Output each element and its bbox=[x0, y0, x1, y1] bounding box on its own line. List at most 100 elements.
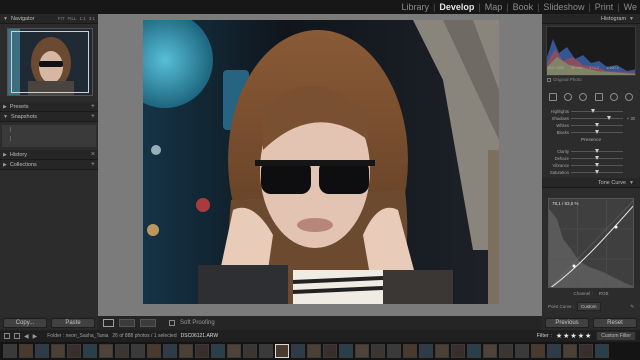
slider-row[interactable]: Blacks bbox=[545, 129, 637, 135]
filmstrip-thumbnail[interactable] bbox=[243, 344, 257, 358]
slider-track[interactable] bbox=[571, 155, 623, 160]
tone-curve-header[interactable]: Tone Curve ▼ bbox=[542, 178, 640, 188]
custom-filter-select[interactable]: Custom Filter bbox=[596, 331, 636, 341]
snapshots-header[interactable]: ▼ Snapshots + bbox=[0, 112, 98, 122]
filmstrip-thumbnail[interactable] bbox=[147, 344, 161, 358]
filmstrip-thumbnail[interactable] bbox=[163, 344, 177, 358]
tone-curve-graph[interactable]: 78,1 / 83,5 % bbox=[548, 198, 634, 288]
graduated-filter-icon[interactable] bbox=[594, 93, 603, 101]
filmstrip-thumbnail[interactable] bbox=[211, 344, 225, 358]
filmstrip-thumbnail[interactable] bbox=[387, 344, 401, 358]
slider-track[interactable] bbox=[571, 129, 623, 134]
filmstrip-thumbnail[interactable] bbox=[99, 344, 113, 358]
zoom-3-1[interactable]: 3:1 bbox=[89, 16, 95, 21]
module-slideshow[interactable]: Slideshow bbox=[540, 2, 587, 12]
filmstrip-thumbnail[interactable] bbox=[131, 344, 145, 358]
filmstrip-thumbnail[interactable] bbox=[195, 344, 209, 358]
rating-filter-stars[interactable]: ★★★★★ bbox=[556, 332, 592, 340]
filmstrip-thumbnail[interactable] bbox=[467, 344, 481, 358]
history-header[interactable]: ▶ History × bbox=[0, 150, 98, 160]
filmstrip-thumbnail[interactable] bbox=[259, 344, 273, 358]
module-print[interactable]: Print bbox=[592, 2, 617, 12]
clear-history-icon[interactable]: × bbox=[91, 151, 95, 158]
filmstrip-thumbnail[interactable] bbox=[115, 344, 129, 358]
source-folder[interactable]: Folder : neon_Sasha_Tania bbox=[47, 333, 108, 339]
slider-track[interactable] bbox=[571, 108, 623, 113]
before-after-select[interactable] bbox=[119, 319, 135, 327]
reset-button[interactable]: Reset bbox=[593, 318, 637, 328]
filmstrip-thumbnail[interactable] bbox=[179, 344, 193, 358]
presets-header[interactable]: ▶ Presets + bbox=[0, 102, 98, 112]
module-map[interactable]: Map bbox=[482, 2, 506, 12]
filmstrip-thumbnail[interactable] bbox=[307, 344, 321, 358]
slider-row[interactable]: Whites bbox=[545, 122, 637, 128]
slider-row[interactable]: Vibrance bbox=[545, 162, 637, 168]
slider-knob[interactable] bbox=[590, 108, 595, 113]
filmstrip-thumbnail[interactable] bbox=[3, 344, 17, 358]
filmstrip-thumbnail[interactable] bbox=[67, 344, 81, 358]
filmstrip-thumbnail[interactable] bbox=[355, 344, 369, 358]
slider-track[interactable] bbox=[571, 169, 623, 174]
zoom-fill[interactable]: FILL bbox=[67, 16, 76, 21]
slider-row[interactable]: Clarity bbox=[545, 148, 637, 154]
copy-button[interactable]: Copy... bbox=[3, 318, 47, 328]
slider-knob[interactable] bbox=[595, 148, 599, 153]
filmstrip-thumbnail[interactable] bbox=[595, 344, 609, 358]
add-collection-icon[interactable]: + bbox=[91, 161, 95, 168]
adjustment-brush-icon[interactable] bbox=[624, 93, 633, 101]
add-preset-icon[interactable]: + bbox=[91, 103, 95, 110]
histogram-header[interactable]: Histogram ▼ bbox=[542, 14, 640, 24]
filmstrip-thumbnail[interactable] bbox=[515, 344, 529, 358]
filmstrip-thumbnail[interactable] bbox=[35, 344, 49, 358]
filmstrip-thumbnail[interactable] bbox=[547, 344, 561, 358]
spot-removal-icon[interactable] bbox=[564, 93, 573, 101]
slider-knob[interactable] bbox=[595, 155, 599, 160]
collections-header[interactable]: ▶ Collections + bbox=[0, 160, 98, 170]
filmstrip-thumbnail[interactable] bbox=[83, 344, 97, 358]
module-develop[interactable]: Develop bbox=[436, 2, 477, 12]
filmstrip-thumbnail[interactable] bbox=[403, 344, 417, 358]
filmstrip-thumbnail[interactable] bbox=[563, 344, 577, 358]
filmstrip-thumbnail[interactable] bbox=[419, 344, 433, 358]
slider-knob[interactable] bbox=[595, 129, 599, 134]
slider-knob[interactable] bbox=[595, 169, 599, 174]
grid-view-icon[interactable] bbox=[4, 333, 10, 339]
slider-row[interactable]: Shadows + 30 bbox=[545, 115, 637, 121]
zoom-fit[interactable]: FIT bbox=[58, 16, 65, 21]
filmstrip-thumbnail[interactable] bbox=[51, 344, 65, 358]
snapshots-list[interactable]: | | bbox=[2, 125, 96, 147]
navigator-preview[interactable] bbox=[7, 28, 93, 96]
module-book[interactable]: Book bbox=[510, 2, 537, 12]
filmstrip-thumbnail[interactable] bbox=[339, 344, 353, 358]
previous-button[interactable]: Previous bbox=[545, 318, 589, 328]
module-web[interactable]: We bbox=[621, 2, 640, 12]
filmstrip-thumbnail[interactable] bbox=[227, 344, 241, 358]
list-item[interactable]: | bbox=[2, 125, 96, 134]
loupe-view-icon[interactable] bbox=[103, 319, 114, 327]
filmstrip-thumbnail[interactable] bbox=[275, 344, 289, 358]
module-library[interactable]: Library bbox=[398, 2, 432, 12]
slider-knob[interactable] bbox=[595, 162, 599, 167]
add-snapshot-icon[interactable]: + bbox=[91, 113, 95, 120]
navigator-viewport-box[interactable] bbox=[11, 31, 89, 93]
filmstrip-thumbnail[interactable] bbox=[483, 344, 497, 358]
paste-button[interactable]: Paste bbox=[51, 318, 95, 328]
slider-track[interactable] bbox=[571, 148, 623, 153]
slider-row[interactable]: Dehaze bbox=[545, 155, 637, 161]
filmstrip-thumbnail[interactable] bbox=[435, 344, 449, 358]
filmstrip-thumbnail[interactable] bbox=[499, 344, 513, 358]
soft-proofing-checkbox[interactable] bbox=[169, 320, 175, 326]
slider-knob[interactable] bbox=[595, 122, 599, 127]
edit-point-curve-icon[interactable]: ✎ bbox=[630, 304, 634, 310]
filmstrip-thumbnail[interactable] bbox=[579, 344, 593, 358]
list-item[interactable]: | bbox=[2, 134, 96, 143]
slider-track[interactable] bbox=[571, 115, 623, 120]
filmstrip-thumbnail[interactable] bbox=[291, 344, 305, 358]
zoom-1-1[interactable]: 1:1 bbox=[79, 16, 85, 21]
filmstrip-thumbnail[interactable] bbox=[323, 344, 337, 358]
slider-track[interactable] bbox=[571, 162, 623, 167]
point-curve-select[interactable]: Custom bbox=[577, 302, 601, 311]
filmstrip-thumbnail[interactable] bbox=[531, 344, 545, 358]
slider-track[interactable] bbox=[571, 122, 623, 127]
filmstrip-thumbnail[interactable] bbox=[451, 344, 465, 358]
